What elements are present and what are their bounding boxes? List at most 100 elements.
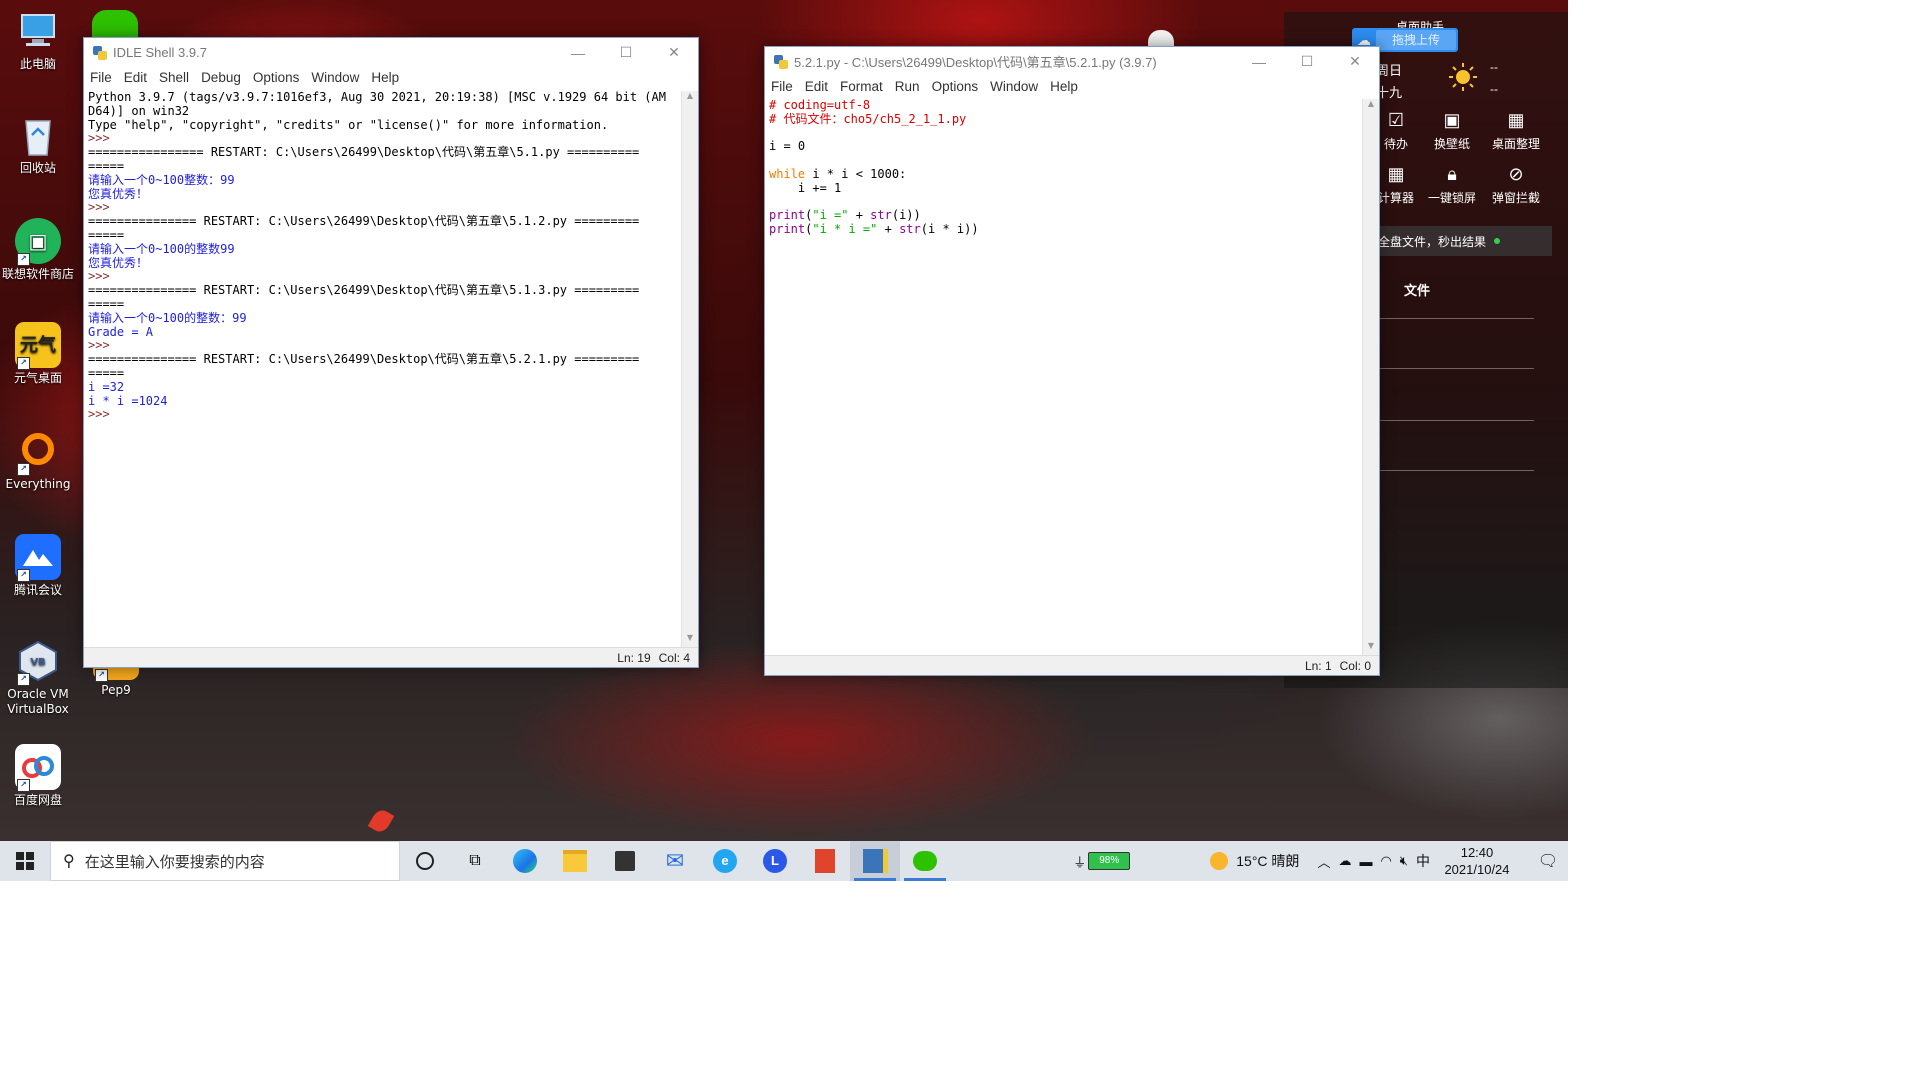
- desktop-icon-baidu-netdisk[interactable]: ↗ 百度网盘: [2, 744, 74, 808]
- vertical-scrollbar[interactable]: ▲ ▼: [1362, 99, 1379, 655]
- taskbar-lenovo-app[interactable]: L: [750, 841, 800, 881]
- taskbar-python-idle[interactable]: [850, 841, 900, 881]
- window-title: 5.2.1.py - C:\Users\26499\Desktop\代码\第五章…: [794, 55, 1157, 70]
- desktop-icon-tencent-meeting[interactable]: ↗ 腾讯会议: [2, 534, 74, 598]
- taskbar-ie-browser[interactable]: e: [700, 841, 750, 881]
- taskbar-search-box[interactable]: ⚲ 在这里输入你要搜索的内容: [50, 841, 400, 881]
- volume-muted-icon[interactable]: 🔇︎: [1400, 853, 1408, 869]
- code-editor[interactable]: # coding=utf-8 # 代码文件：cho5/ch5_2_1_1.py i …: [765, 99, 1363, 656]
- shell-line: Type "help", "copyright", "credits" or "…: [88, 117, 609, 132]
- code-token: +: [877, 222, 900, 237]
- tool-calculator[interactable]: ▦ 计算器: [1376, 164, 1416, 206]
- desktop-icon-label: 元气桌面: [13, 371, 62, 385]
- menu-item-run[interactable]: Run: [889, 79, 926, 94]
- line-number: Ln: 1: [1304, 658, 1332, 673]
- menu-item-help[interactable]: Help: [365, 70, 405, 85]
- tool-todo[interactable]: ☑ 待办: [1376, 110, 1416, 152]
- code-token: (i * i)): [920, 222, 979, 237]
- taskbar-store[interactable]: [600, 841, 650, 881]
- title-bar[interactable]: 5.2.1.py - C:\Users\26499\Desktop\代码\第五章…: [765, 47, 1379, 76]
- vertical-scrollbar[interactable]: ▲ ▼: [681, 91, 698, 647]
- code-token: i * i < 1000:: [805, 166, 907, 181]
- maximize-button[interactable]: ☐: [602, 38, 650, 67]
- code-token: str: [870, 208, 892, 223]
- desktop-icon-virtualbox[interactable]: VB ↗ Oracle VM VirtualBox: [2, 638, 74, 717]
- menu-item-shell[interactable]: Shell: [153, 70, 195, 85]
- menu-item-edit[interactable]: Edit: [118, 70, 153, 85]
- wechat-desktop-icon[interactable]: [92, 10, 138, 38]
- weather-text[interactable]: 15°C 晴朗: [1236, 851, 1299, 871]
- sun-weather-icon: [1448, 62, 1478, 92]
- menu-item-window[interactable]: Window: [984, 79, 1044, 94]
- maximize-button[interactable]: ☐: [1283, 47, 1331, 76]
- desktop-icon-yuanqi[interactable]: 元气 ↗ 元气桌面: [2, 322, 74, 386]
- idle-shell-window[interactable]: IDLE Shell 3.9.7 — ☐ ✕ File Edit Shell Debu…: [83, 37, 699, 668]
- menu-item-options[interactable]: Options: [247, 70, 306, 85]
- editor-window[interactable]: 5.2.1.py - C:\Users\26499\Desktop\代码\第五章…: [764, 46, 1380, 676]
- wifi-icon[interactable]: ◠: [1380, 853, 1391, 869]
- python-file-icon: [774, 54, 788, 69]
- scroll-up-arrow[interactable]: ▲: [682, 91, 698, 105]
- taskbar-file-explorer[interactable]: [550, 841, 600, 881]
- taskbar-edge[interactable]: [500, 841, 550, 881]
- taskbar-mail[interactable]: ✉: [650, 841, 700, 881]
- menu-item-window[interactable]: Window: [305, 70, 365, 85]
- yuanqi-desktop-icon: 元气 ↗: [15, 322, 61, 370]
- task-view-button[interactable]: ⧉: [450, 841, 500, 881]
- tencent-meeting-icon: ↗: [15, 534, 61, 582]
- clock[interactable]: 12:40 2021/10/24: [1442, 844, 1512, 878]
- title-bar[interactable]: IDLE Shell 3.9.7 — ☐ ✕: [84, 38, 698, 67]
- baidu-netdisk-icon: ↗: [15, 744, 61, 792]
- scroll-up-arrow[interactable]: ▲: [1363, 99, 1379, 113]
- tool-lock-screen[interactable]: 🔒︎ 一键锁屏: [1426, 164, 1478, 206]
- tool-desktop-organize[interactable]: ▦ 桌面整理: [1484, 110, 1548, 152]
- onedrive-cloud-icon[interactable]: ☁: [1338, 853, 1351, 869]
- edge-browser-icon: [513, 849, 537, 873]
- code-token: str: [899, 222, 921, 237]
- notification-icon[interactable]: 🗨︎: [1528, 851, 1568, 871]
- desktop-icon-label: 此电脑: [19, 57, 56, 71]
- close-button[interactable]: ✕: [1331, 47, 1379, 76]
- status-bar: Ln: 19 Col: 4: [84, 647, 698, 667]
- tool-wallpaper[interactable]: ▣ 换壁纸: [1426, 110, 1478, 152]
- chevron-up-icon[interactable]: ︿: [1317, 852, 1330, 871]
- desktop-icon-everything[interactable]: ↗ Everything: [2, 428, 74, 492]
- tool-popup-block[interactable]: ⊘ 弹窗拦截: [1484, 164, 1548, 206]
- shell-line: D64)] on win32: [88, 103, 190, 118]
- minimize-button[interactable]: —: [1235, 47, 1283, 76]
- battery-tray-icon[interactable]: ▬: [1359, 854, 1372, 869]
- shell-line: Grade = A: [88, 324, 154, 339]
- close-button[interactable]: ✕: [650, 38, 698, 67]
- temp-high: --: [1490, 60, 1498, 74]
- scroll-down-arrow[interactable]: ▼: [682, 633, 698, 647]
- shell-line: =============== RESTART: C:\Users\26499\…: [88, 214, 640, 229]
- file-search-box[interactable]: 全盘文件，秒出结果: [1372, 226, 1552, 256]
- menu-item-file[interactable]: File: [84, 70, 118, 85]
- desktop-icon-lenovo-store[interactable]: ▣ ↗ 联想软件商店: [2, 218, 74, 282]
- menu-item-options[interactable]: Options: [926, 79, 985, 94]
- menu-item-debug[interactable]: Debug: [195, 70, 247, 85]
- wechat-icon: [913, 851, 937, 871]
- minimize-button[interactable]: —: [554, 38, 602, 67]
- shell-line: =====: [88, 365, 125, 380]
- taskbar-office[interactable]: [800, 841, 850, 881]
- divider: [1380, 318, 1534, 319]
- scroll-down-arrow[interactable]: ▼: [1363, 641, 1379, 655]
- ime-indicator[interactable]: 中: [1416, 851, 1430, 871]
- menu-item-edit[interactable]: Edit: [799, 79, 834, 94]
- menu-item-help[interactable]: Help: [1044, 79, 1084, 94]
- shell-output[interactable]: Python 3.9.7 (tags/v3.9.7:1016ef3, Aug 3…: [84, 91, 682, 648]
- windows-logo-icon: [16, 852, 34, 870]
- start-button[interactable]: [0, 841, 50, 881]
- desktop-icon-this-pc[interactable]: 此电脑: [2, 8, 74, 72]
- clock-time: 12:40: [1460, 845, 1494, 860]
- taskbar-wechat[interactable]: [900, 841, 950, 881]
- menu-item-file[interactable]: File: [765, 79, 799, 94]
- menu-item-format[interactable]: Format: [834, 79, 889, 94]
- cortana-button[interactable]: [400, 841, 450, 881]
- battery-indicator[interactable]: ⏚ 98%: [1073, 852, 1131, 871]
- menu-bar: File Edit Format Run Options Window Help: [765, 76, 1379, 96]
- desktop-icon-recycle-bin[interactable]: 回收站: [2, 112, 74, 176]
